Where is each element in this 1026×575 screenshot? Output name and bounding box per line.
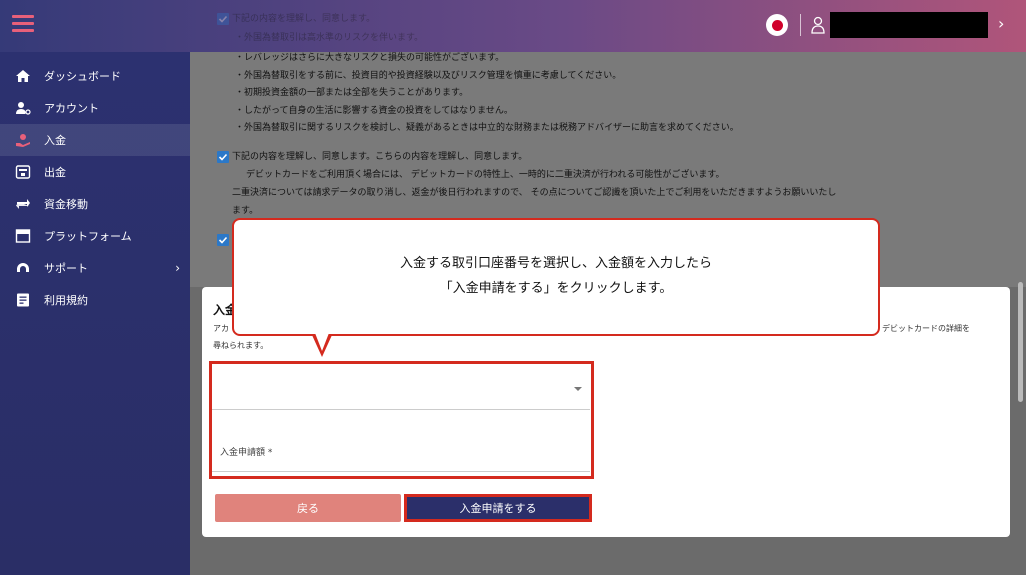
- third-agree-checkbox[interactable]: [217, 234, 229, 246]
- debit-agree-label: 下記の内容を理解し、同意します。こちらの内容を理解し、同意します。: [232, 152, 528, 162]
- debit-line: ます。: [232, 206, 259, 216]
- section-desc-line2: 尋ねられます。: [213, 341, 269, 350]
- sidebar-item-withdraw[interactable]: 出金: [0, 156, 190, 188]
- callout-line: 入金する取引口座番号を選択し、入金額を入力したら: [399, 256, 712, 272]
- transfer-icon: [14, 195, 32, 213]
- user-icon[interactable]: [811, 16, 825, 34]
- highlight-box-fields: [209, 361, 594, 479]
- sidebar-item-transfer[interactable]: 資金移動: [0, 188, 190, 220]
- section-desc: アカ: [213, 324, 229, 333]
- hamburger-menu-icon[interactable]: [12, 15, 34, 33]
- home-icon: [14, 67, 32, 85]
- japan-flag-icon[interactable]: [766, 14, 788, 36]
- sidebar-item-terms[interactable]: 利用規約: [0, 284, 190, 316]
- scrollbar[interactable]: [1016, 52, 1024, 575]
- user-name-redacted[interactable]: [830, 12, 988, 38]
- sidebar-item-label: 利用規約: [44, 294, 88, 307]
- divider: [800, 14, 801, 36]
- debit-line: 二重決済については請求データの取り消し、返金が後日行われますので、 その点につい…: [232, 188, 837, 198]
- sidebar-item-deposit[interactable]: 入金: [0, 124, 190, 156]
- sidebar-item-label: 入金: [44, 134, 66, 147]
- risk-line-faded: ・外国為替取引は高水準のリスクを伴います。: [235, 33, 424, 43]
- chevron-right-icon: ›: [175, 261, 180, 275]
- sidebar-item-account[interactable]: アカウント: [0, 92, 190, 124]
- risk-line: ・したがって自身の生活に影響する資金の投資をしてはなりません。: [235, 106, 513, 116]
- sidebar-item-label: 資金移動: [44, 198, 88, 211]
- sidebar-item-label: プラットフォーム: [44, 230, 132, 243]
- sidebar-item-dashboard[interactable]: ダッシュボード: [0, 60, 190, 92]
- section-desc-right: デビットカードの詳細を: [882, 324, 970, 333]
- sidebar: ダッシュボード アカウント 入金 出金 資金移動 プラットフォーム サポート ›…: [0, 52, 190, 575]
- support-icon: [14, 259, 32, 277]
- risk-line: ・外国為替取引に関するリスクを検討し、疑義があるときは中立的な財務または税務アド…: [235, 123, 739, 133]
- submit-deposit-button[interactable]: 入金申請をする: [404, 494, 592, 522]
- chevron-right-icon[interactable]: ›: [998, 14, 1004, 33]
- withdraw-icon: [14, 163, 32, 181]
- platform-icon: [14, 227, 32, 245]
- debit-line: デビットカードをご利用頂く場合には、 デビットカードの特性上、一時的に二重決済が…: [246, 170, 725, 180]
- agree-checkbox-faded[interactable]: [217, 13, 229, 25]
- instruction-callout: 入金する取引口座番号を選択し、入金額を入力したら 「入金申請をする」をクリックし…: [232, 218, 880, 336]
- sidebar-item-label: サポート: [44, 262, 88, 275]
- sidebar-item-label: ダッシュボード: [44, 70, 121, 83]
- deposit-icon: [14, 131, 32, 149]
- debit-agree-checkbox[interactable]: [217, 151, 229, 163]
- callout-line: 「入金申請をする」をクリックします。: [439, 281, 673, 296]
- top-bar: ›: [0, 0, 1026, 52]
- back-button[interactable]: 戻る: [215, 494, 401, 522]
- sidebar-item-support[interactable]: サポート ›: [0, 252, 190, 284]
- risk-line: ・初期投資金額の一部または全部を失うことがあります。: [235, 88, 469, 98]
- account-icon: [14, 99, 32, 117]
- terms-icon: [14, 291, 32, 309]
- risk-line: ・外国為替取引をする前に、投資目的や投資経験以及びリスク管理を慎重に考慮してくだ…: [235, 71, 622, 81]
- risk-line: ・レバレッジはさらに大きなリスクと損失の可能性がございます。: [235, 53, 505, 63]
- agree-checkbox-label: 下記の内容を理解し、同意します。: [232, 14, 376, 24]
- sidebar-item-label: アカウント: [44, 102, 99, 115]
- sidebar-item-platform[interactable]: プラットフォーム: [0, 220, 190, 252]
- sidebar-item-label: 出金: [44, 166, 66, 179]
